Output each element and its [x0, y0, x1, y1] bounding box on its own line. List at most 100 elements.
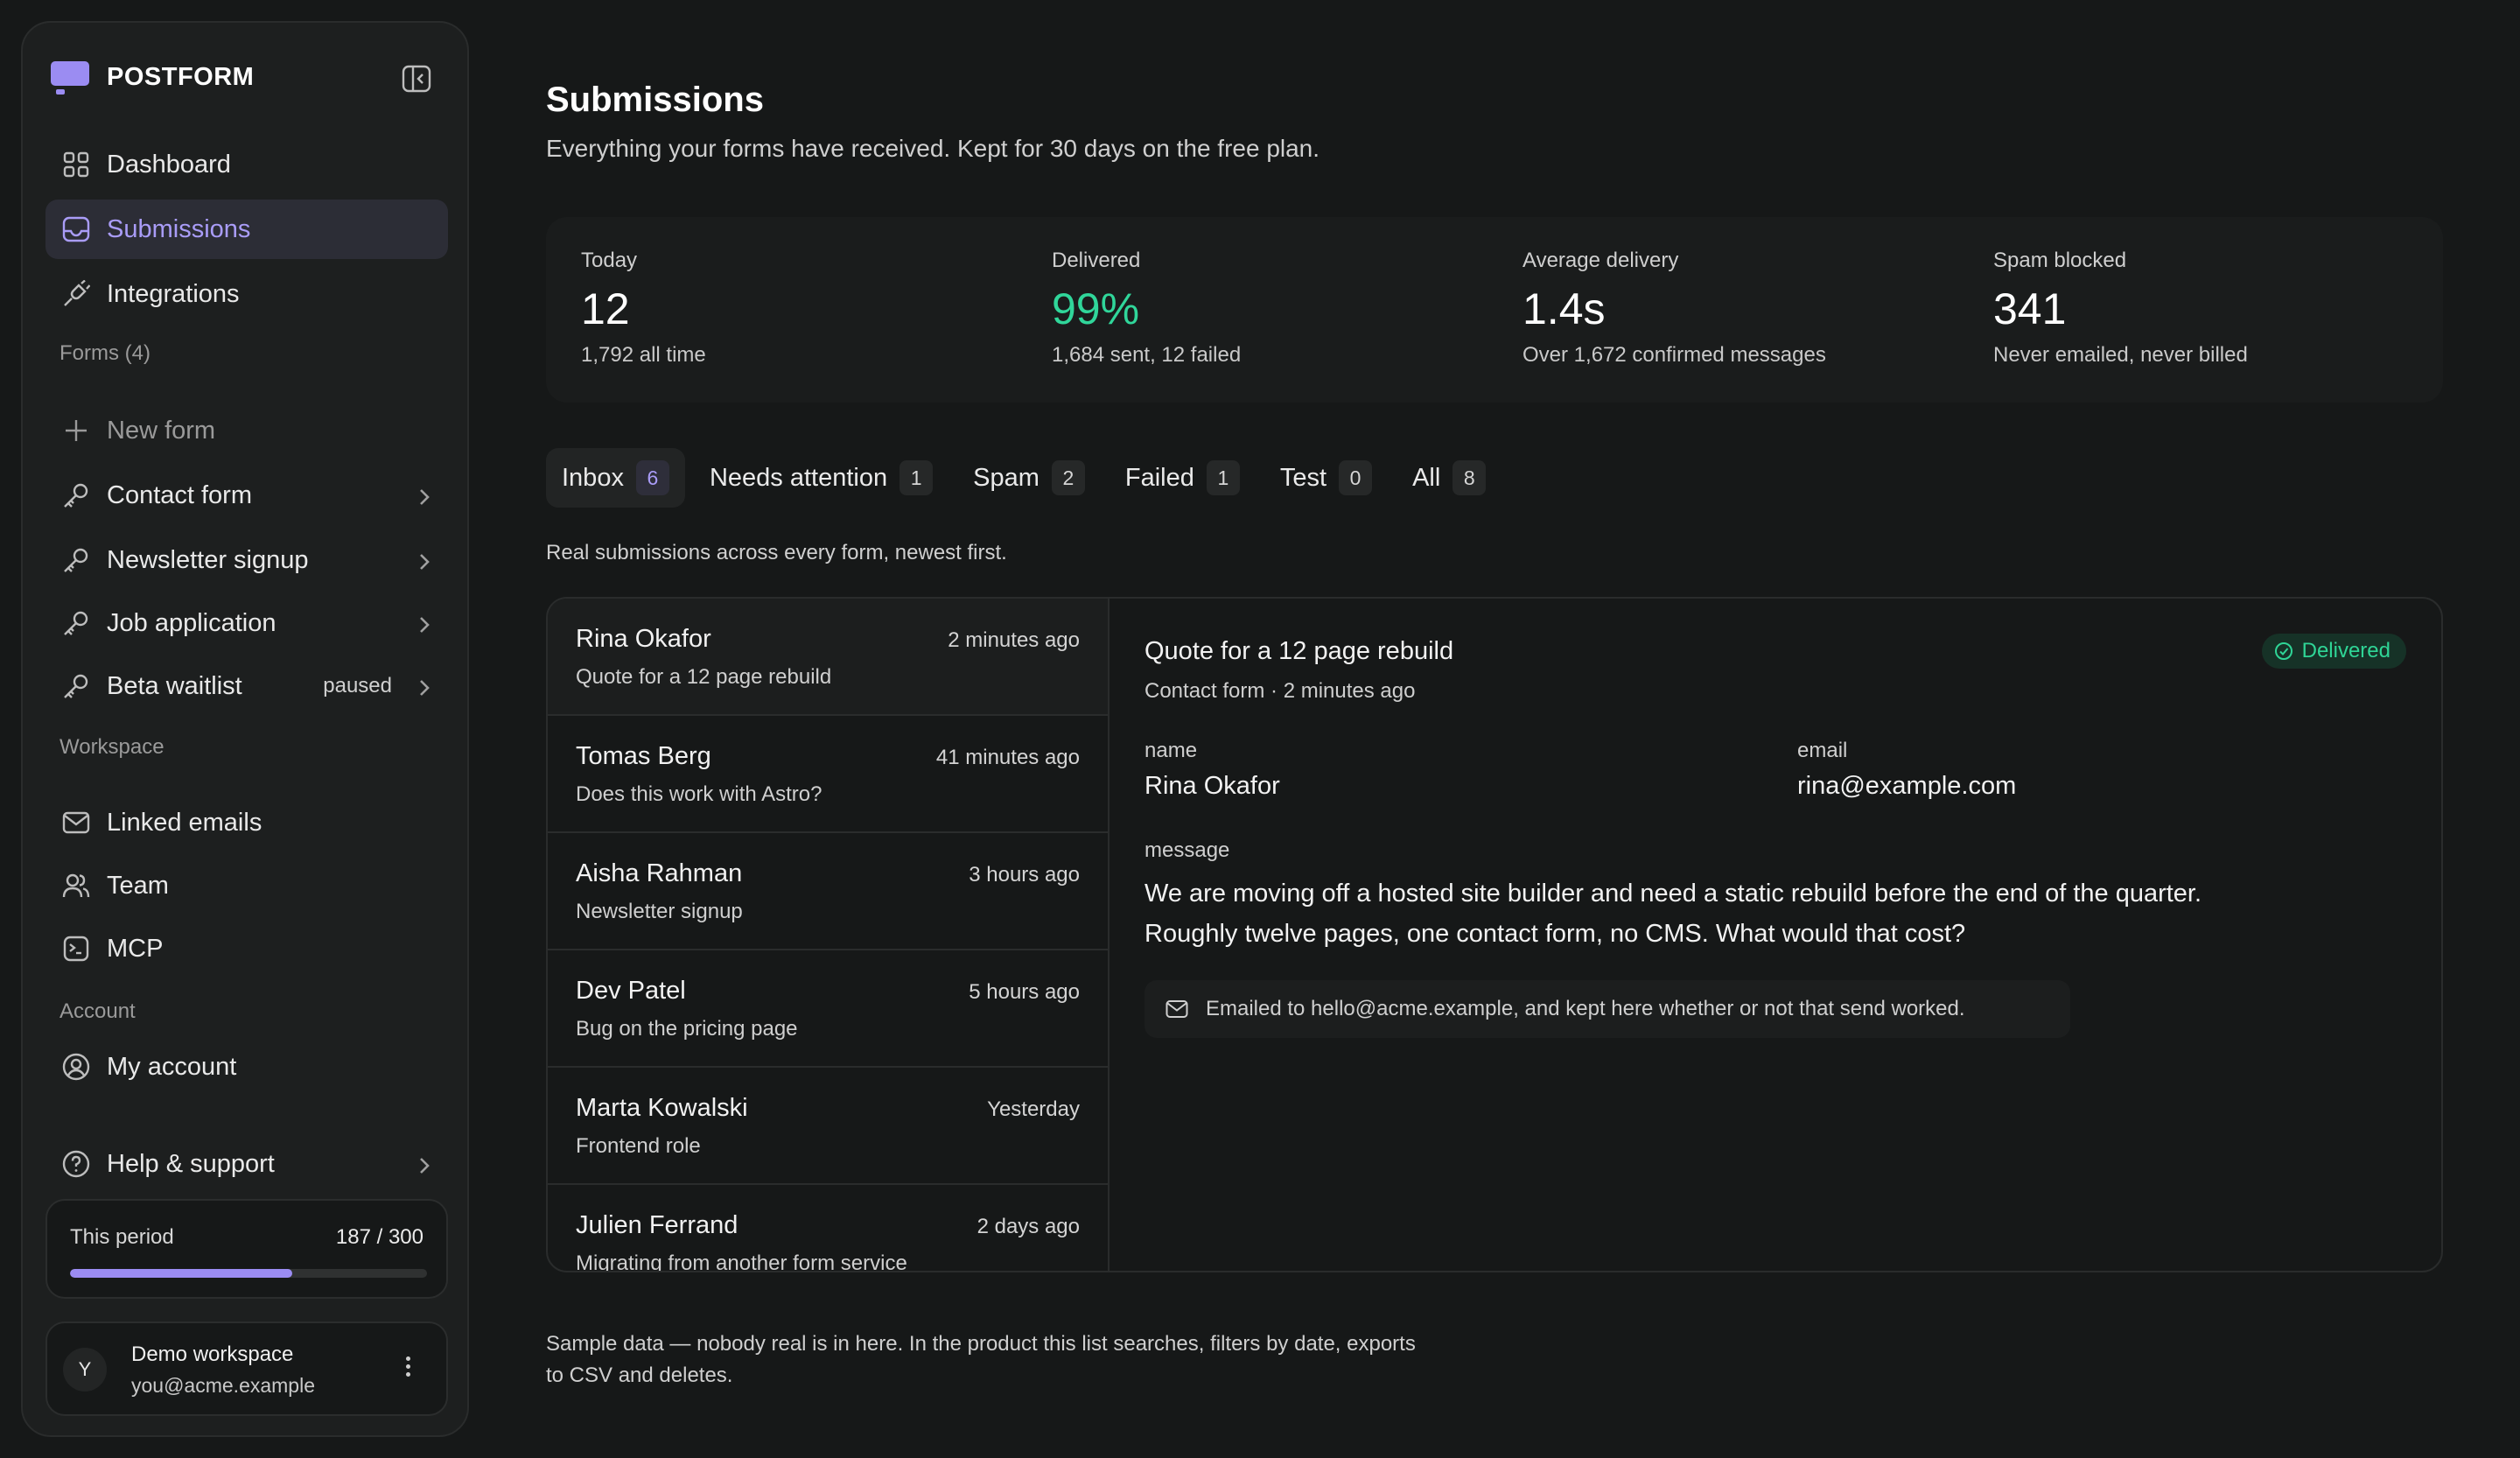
sidebar-item-mcp[interactable]: MCP [46, 919, 448, 978]
sidebar-form-beta-waitlist[interactable]: Beta waitlist paused [46, 656, 448, 716]
period-label: This period [70, 1225, 174, 1249]
tab-count: 0 [1339, 460, 1373, 495]
subject-preview: Frontend role [576, 1134, 701, 1158]
sidebar-item-label: MCP [107, 934, 164, 963]
tab-count: 2 [1051, 460, 1085, 495]
tab-count: 6 [635, 460, 669, 495]
grid-icon [61, 150, 91, 179]
field-value-email[interactable]: rina@example.com [1797, 772, 2016, 801]
account-section-label: Account [60, 999, 136, 1023]
subject-preview: Migrating from another form service [576, 1251, 907, 1271]
list-item[interactable]: Dev Patel 5 hours ago Bug on the pricing… [548, 950, 1108, 1068]
period-value: 187 / 300 [335, 1225, 424, 1249]
submission-list[interactable]: Rina Okafor 2 minutes ago Quote for a 12… [548, 599, 1110, 1271]
field-value-name: Rina Okafor [1144, 772, 1280, 800]
workspace-section-label: Workspace [60, 735, 164, 759]
usage-period-card: This period 187 / 300 [46, 1199, 448, 1299]
tab-label: Spam [973, 463, 1040, 492]
message-line: We are moving off a hosted site builder … [1144, 880, 2202, 908]
subject-preview: Bug on the pricing page [576, 1017, 798, 1041]
tab-test[interactable]: Test 0 [1264, 448, 1388, 508]
list-item[interactable]: Julien Ferrand 2 days ago Migrating from… [548, 1185, 1108, 1271]
forms-section-label: Forms (4) [60, 341, 150, 365]
stat-spam-blocked: Spam blocked 341 Never emailed, never bi… [1993, 249, 2248, 368]
list-item[interactable]: Rina Okafor 2 minutes ago Quote for a 12… [548, 599, 1108, 716]
page-subtitle: Everything your forms have received. Kep… [546, 135, 1320, 162]
sidebar-toggle-icon[interactable] [401, 63, 432, 95]
sidebar-item-integrations[interactable]: Integrations [46, 264, 448, 324]
plug-icon [61, 279, 91, 309]
sidebar-item-help[interactable]: Help & support [46, 1134, 448, 1194]
received-time: 41 minutes ago [935, 746, 1080, 769]
new-form-label: New form [107, 416, 216, 445]
workspace-email: you@acme.example [131, 1374, 315, 1397]
stat-value: 12 [581, 284, 630, 333]
footer-line: to CSV and deletes. [546, 1363, 733, 1387]
stat-label: Today [581, 249, 638, 272]
key-icon [61, 608, 91, 638]
tab-needs-attention[interactable]: Needs attention 1 [694, 448, 948, 508]
stat-note: Over 1,672 confirmed messages [1522, 343, 1826, 367]
sidebar-item-team[interactable]: Team [46, 856, 448, 915]
stat-value: 1.4s [1522, 284, 1606, 333]
stat-label: Delivered [1052, 249, 1141, 272]
mail-icon [1166, 999, 1188, 1019]
plus-icon [61, 416, 91, 445]
more-vertical-icon[interactable] [406, 1356, 411, 1380]
page-title: Submissions [546, 81, 764, 119]
tab-all[interactable]: All 8 [1396, 448, 1502, 508]
stat-label: Average delivery [1522, 249, 1679, 272]
sidebar-form-contact[interactable]: Contact form [46, 466, 448, 525]
submission-detail: Quote for a 12 page rebuild Contact form… [1110, 599, 2441, 1271]
received-time: 2 days ago [976, 1215, 1080, 1238]
sidebar-item-label: Linked emails [107, 808, 262, 837]
submissions-panel: Rina Okafor 2 minutes ago Quote for a 12… [546, 597, 2443, 1272]
list-item[interactable]: Marta Kowalski Yesterday Frontend role [548, 1068, 1108, 1185]
tab-count: 8 [1452, 460, 1487, 495]
workspace-name: Demo workspace [131, 1342, 294, 1366]
tab-inbox[interactable]: Inbox 6 [546, 448, 685, 508]
stat-average-delivery: Average delivery 1.4s Over 1,672 confirm… [1522, 249, 1826, 368]
list-item[interactable]: Aisha Rahman 3 hours ago Newsletter sign… [548, 833, 1108, 950]
sidebar-item-my-account[interactable]: My account [46, 1052, 448, 1082]
sidebar-item-submissions[interactable]: Submissions [46, 200, 448, 259]
detail-subject: Quote for a 12 page rebuild [1144, 637, 1454, 665]
sidebar-item-label: My account [107, 1052, 237, 1081]
help-circle-icon [61, 1149, 91, 1179]
tab-count: 1 [1206, 460, 1240, 495]
sidebar-item-dashboard[interactable]: Dashboard [46, 135, 448, 194]
paused-badge: paused [323, 674, 392, 697]
sidebar-item-linked-emails[interactable]: Linked emails [46, 793, 448, 852]
received-time: 5 hours ago [969, 980, 1080, 1004]
chevron-right-icon [418, 550, 430, 578]
field-label-name: name [1144, 739, 1198, 762]
stat-label: Spam blocked [1993, 249, 2127, 272]
usage-progress-bar [70, 1269, 427, 1278]
usage-progress-fill [70, 1269, 293, 1278]
received-time: 3 hours ago [969, 863, 1080, 887]
workspace-switcher[interactable]: Y Demo workspace you@acme.example [46, 1321, 448, 1416]
mail-icon [61, 808, 91, 838]
sidebar-item-label: Beta waitlist [107, 671, 242, 700]
sidebar-form-job-application[interactable]: Job application [46, 593, 448, 653]
stat-value: 99% [1052, 284, 1140, 333]
status-text: Delivered [2301, 639, 2390, 662]
subject-preview: Newsletter signup [576, 900, 743, 923]
key-icon [61, 671, 91, 701]
list-item[interactable]: Tomas Berg 41 minutes ago Does this work… [548, 716, 1108, 833]
sender-name: Dev Patel [576, 977, 686, 1005]
new-form-button[interactable]: New form [46, 401, 448, 460]
sidebar-item-label: Contact form [107, 480, 252, 509]
key-icon [61, 480, 91, 510]
tab-failed[interactable]: Failed 1 [1110, 448, 1256, 508]
field-value-message: We are moving off a hosted site builder … [1144, 873, 2352, 954]
sidebar-item-label: Team [107, 871, 169, 900]
tab-label: Needs attention [709, 463, 888, 492]
sidebar-item-label: Help & support [107, 1149, 275, 1178]
brand[interactable]: POSTFORM [51, 56, 254, 98]
tab-spam[interactable]: Spam 2 [957, 448, 1101, 508]
stat-value: 341 [1993, 284, 2067, 333]
sidebar-form-newsletter[interactable]: Newsletter signup [46, 530, 448, 590]
tab-label: Failed [1124, 463, 1194, 492]
postform-logo-icon [51, 60, 89, 95]
